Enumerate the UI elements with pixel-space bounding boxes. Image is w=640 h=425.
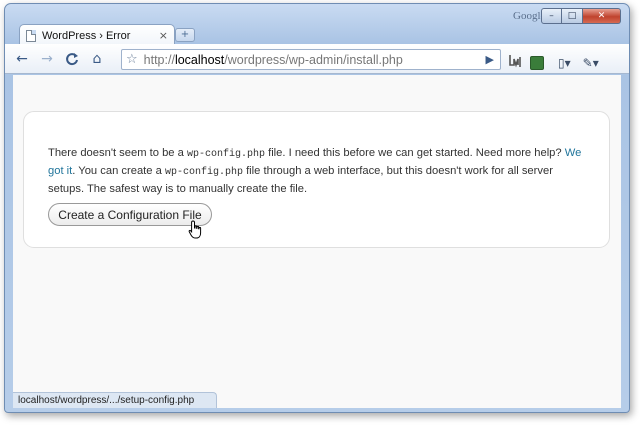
close-window-button[interactable]: ✕ — [583, 8, 621, 24]
config-filename-2: wp-config.php — [164, 167, 243, 178]
error-panel: There doesn't seem to be a wp-config.php… — [23, 111, 610, 248]
hand-pointer-cursor — [188, 220, 202, 239]
url-host: localhost — [174, 52, 225, 67]
tab-wordpress-error[interactable]: WordPress › Error × — [19, 24, 175, 46]
page-icon — [26, 29, 36, 42]
config-filename: wp-config.php — [186, 149, 265, 160]
url-text[interactable]: http://localhost/wordpress/wp-admin/inst… — [144, 53, 403, 67]
navigation-toolbar: ← → ⌂ ☆ http://localhost/wordpress/wp-ad… — [5, 44, 629, 74]
minimize-button[interactable]: – — [541, 8, 562, 24]
tab-strip: WordPress › Error × + Google – □ ✕ — [5, 4, 629, 46]
go-icon[interactable]: ▶ — [486, 53, 494, 66]
url-path: /wordpress/wp-admin/install.php — [224, 52, 403, 67]
reload-icon — [66, 52, 78, 65]
new-tab-button[interactable]: + — [175, 28, 195, 42]
evernote-icon[interactable] — [530, 56, 544, 70]
back-button[interactable]: ← — [11, 49, 33, 69]
window-controls: – □ ✕ — [541, 8, 621, 24]
maximize-button[interactable]: □ — [562, 8, 583, 24]
browser-window: WordPress › Error × + Google – □ ✕ ← → ⌂… — [4, 3, 630, 413]
wrench-menu-icon[interactable]: ✎▾ — [583, 56, 599, 70]
tab-title: WordPress › Error — [42, 29, 131, 42]
bookmark-star-icon[interactable]: ☆ — [126, 52, 138, 67]
extension-area: ▯▾ ✎▾ — [508, 53, 611, 73]
message-text-2: file. I need this before we can get star… — [264, 147, 565, 159]
error-message: There doesn't seem to be a wp-config.php… — [48, 145, 588, 197]
message-text-1: There doesn't seem to be a — [48, 147, 187, 159]
status-bar-url: localhost/wordpress/.../setup-config.php — [13, 392, 217, 408]
page-content: There doesn't seem to be a wp-config.php… — [13, 75, 621, 408]
reload-button[interactable] — [61, 49, 83, 69]
address-bar[interactable]: ☆ http://localhost/wordpress/wp-admin/in… — [121, 49, 501, 70]
extension-icon[interactable] — [508, 53, 524, 73]
url-scheme: http:// — [143, 52, 175, 67]
message-text-3: . You can create a — [72, 165, 165, 177]
extension-glyph — [509, 55, 521, 68]
page-menu-icon[interactable]: ▯▾ — [558, 56, 571, 70]
close-tab-icon[interactable]: × — [159, 29, 168, 42]
home-button[interactable]: ⌂ — [86, 49, 108, 69]
forward-button[interactable]: → — [36, 49, 58, 69]
